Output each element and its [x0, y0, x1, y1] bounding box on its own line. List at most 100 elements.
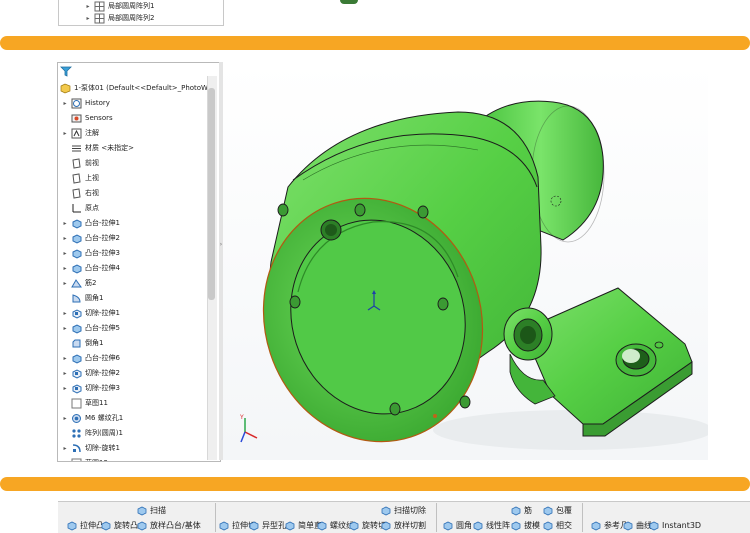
tree-item-label: 原点 [85, 204, 99, 212]
ribbon-command[interactable]: 筋 [510, 505, 532, 516]
ribbon-separator [436, 503, 437, 532]
filter-icon[interactable] [60, 66, 72, 77]
tree-item[interactable]: ▸ 局部圆周阵列2 [85, 12, 154, 24]
tree-item[interactable]: 材质 <未指定> [62, 142, 134, 154]
ribbon-command-label: 圆角 [456, 521, 472, 530]
tree-item[interactable]: ▸ 凸台-拉伸1 [62, 217, 120, 229]
command-icon [219, 521, 229, 531]
tree-item[interactable]: ▸ 注解 [62, 127, 99, 139]
tree-item-label: 切除-拉伸2 [85, 369, 120, 377]
expand-arrow-icon[interactable]: ▸ [62, 355, 68, 362]
tree-item[interactable]: 原点 [62, 202, 99, 214]
tree-item[interactable]: ▸ 局部圆周阵列1 [85, 0, 154, 12]
tree-item[interactable]: ▸ 切除-拉伸3 [62, 382, 120, 394]
command-icon [381, 506, 391, 516]
plane-icon [72, 172, 81, 184]
command-icon [249, 521, 259, 531]
tree-item-label: Sensors [85, 114, 113, 122]
expand-arrow-icon[interactable]: ▸ [62, 100, 68, 107]
tree-item[interactable]: 草图12 [62, 457, 108, 461]
ribbon-command[interactable]: 异型孔 [248, 520, 286, 531]
extrude-icon [72, 353, 82, 364]
ribbon-command[interactable]: 拔模 [510, 520, 540, 531]
tree-item[interactable]: 阵列(圆周)1 [62, 427, 123, 439]
tree-item[interactable]: ▸ M6 螺纹孔1 [62, 412, 123, 424]
hole-icon [72, 413, 81, 423]
expand-arrow-icon[interactable]: ▸ [85, 15, 91, 22]
expand-arrow-icon[interactable]: ▸ [62, 385, 68, 392]
sketch-icon [71, 458, 82, 461]
tree-item[interactable]: ▸ History [62, 97, 110, 109]
expand-arrow-icon[interactable]: ▸ [62, 235, 68, 242]
command-icon [623, 521, 633, 531]
command-icon [443, 521, 453, 531]
ribbon-command[interactable]: 包覆 [542, 505, 572, 516]
origin-icon [72, 203, 81, 212]
extrude-icon [72, 323, 82, 334]
tree-item-label: 注解 [85, 129, 99, 137]
tree-item[interactable]: 右视 [62, 187, 99, 199]
tree-item[interactable]: ▸ 凸台-拉伸4 [62, 262, 120, 274]
ribbon-command[interactable]: 放样切割 [380, 520, 426, 531]
tree-item-label: 凸台-拉伸2 [85, 234, 120, 242]
expand-arrow-icon[interactable]: ▸ [62, 415, 68, 422]
expand-arrow-icon[interactable]: ▸ [62, 280, 68, 287]
divider-bar [0, 477, 750, 491]
ribbon-command-label: 扫描切除 [394, 506, 426, 515]
tree-item[interactable]: ▸ 凸台-拉伸6 [62, 352, 120, 364]
tree-item[interactable]: ▸ 切除-旋转1 [62, 442, 120, 454]
divider-bar [0, 36, 750, 50]
expand-arrow-icon[interactable]: ▸ [85, 3, 91, 10]
tree-item-label: 草图11 [85, 399, 108, 407]
ribbon-command[interactable]: 放样凸台/基体 [136, 520, 201, 531]
extrude-icon [72, 263, 82, 274]
history-icon [71, 98, 82, 108]
svg-text:Y: Y [239, 414, 244, 421]
tree-root[interactable]: 1-泵体01 (Default<<Default>_PhotoWo [60, 82, 212, 94]
ribbon-command[interactable]: 圆角 [442, 520, 472, 531]
ribbon-command[interactable]: 扫描 [136, 505, 166, 516]
ribbon-command[interactable]: 线性阵 [472, 520, 510, 531]
tree-item[interactable]: 草图11 [62, 397, 108, 409]
tree-item[interactable]: ▸ 切除-拉伸1 [62, 307, 120, 319]
tree-item[interactable]: 前视 [62, 157, 99, 169]
ribbon-command[interactable]: 扫描切除 [380, 505, 426, 516]
tree-item[interactable]: ▸ 凸台-拉伸2 [62, 232, 120, 244]
tree-item[interactable]: 圆角1 [62, 292, 103, 304]
model-fragment [340, 0, 358, 4]
expand-arrow-icon[interactable]: ▸ [62, 310, 68, 317]
expand-arrow-icon[interactable]: ▸ [62, 265, 68, 272]
graphics-viewport[interactable]: Y [223, 62, 708, 460]
ribbon-command[interactable]: 旋转凸 [100, 520, 138, 531]
expand-arrow-icon[interactable]: ▸ [62, 325, 68, 332]
feature-manager-tree: 1-泵体01 (Default<<Default>_PhotoWo ▸ Histo… [57, 62, 221, 462]
cut-icon [72, 308, 82, 319]
ribbon-command-label: 放样切割 [394, 521, 426, 530]
tree-item[interactable]: 上视 [62, 172, 99, 184]
expand-arrow-icon[interactable]: ▸ [62, 445, 68, 452]
material-icon [72, 145, 81, 151]
expand-arrow-icon[interactable]: ▸ [62, 250, 68, 257]
tree-item[interactable]: ▸ 凸台-拉伸5 [62, 322, 120, 334]
ribbon-command[interactable]: 相交 [542, 520, 572, 531]
expand-arrow-icon[interactable]: ▸ [62, 370, 68, 377]
command-icon [137, 521, 147, 531]
fillet-icon [72, 293, 81, 302]
tree-item[interactable]: Sensors [62, 112, 113, 124]
tree-item-label: 前视 [85, 159, 99, 167]
plane-icon [72, 157, 81, 169]
expand-arrow-icon[interactable]: ▸ [62, 130, 68, 137]
expand-arrow-icon[interactable]: ▸ [62, 220, 68, 227]
ribbon-command-label: 拔模 [524, 521, 540, 530]
tree-item[interactable]: ▸ 筋2 [62, 277, 96, 289]
tree-item[interactable]: 倒角1 [62, 337, 103, 349]
tree-item[interactable]: ▸ 切除-拉伸2 [62, 367, 120, 379]
ribbon-command[interactable]: 拉伸凸 [66, 520, 104, 531]
part-icon [60, 83, 71, 93]
tree-item-label: 右视 [85, 189, 99, 197]
scrollbar-thumb[interactable] [208, 88, 215, 300]
command-icon [649, 521, 659, 531]
ribbon-command[interactable]: Instant3D [648, 520, 701, 531]
tree-item[interactable]: ▸ 凸台-拉伸3 [62, 247, 120, 259]
revolve-cut-icon [72, 443, 81, 452]
